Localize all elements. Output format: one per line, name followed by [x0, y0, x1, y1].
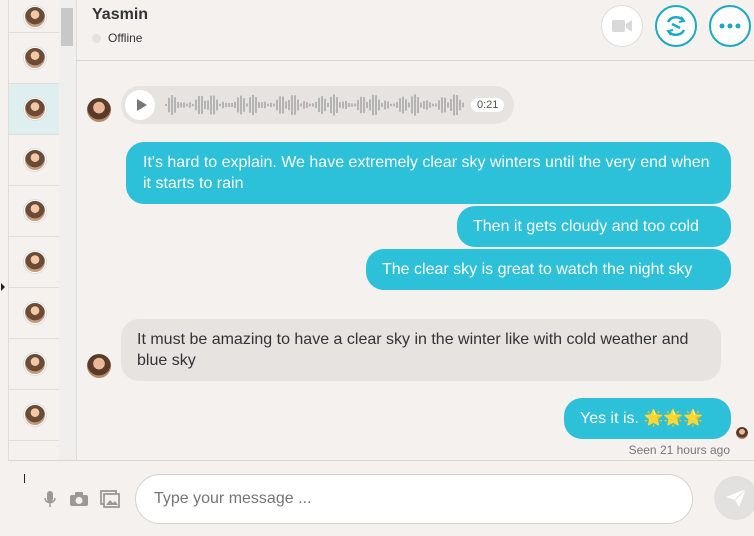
- status-dot-icon: [92, 33, 101, 43]
- gallery-button[interactable]: [100, 489, 120, 509]
- avatar: [24, 149, 46, 171]
- contacts-scrollbar[interactable]: [59, 0, 77, 460]
- seen-status: Seen 21 hours ago: [628, 443, 730, 457]
- contact-item[interactable]: [9, 186, 61, 237]
- swap-icon: [666, 16, 686, 36]
- camera-icon: [70, 492, 88, 506]
- microphone-icon: [44, 491, 56, 507]
- chat-header: Yasmin Offline: [77, 0, 754, 61]
- contacts-list: [8, 0, 61, 460]
- outgoing-message: It's hard to explain. We have extremely …: [126, 142, 731, 204]
- video-call-button[interactable]: [601, 5, 643, 47]
- contact-item[interactable]: [9, 33, 61, 84]
- contact-name: Yasmin: [92, 6, 149, 23]
- incoming-message: It must be amazing to have a clear sky i…: [121, 319, 721, 381]
- video-camera-icon: [612, 20, 632, 32]
- status-label: Offline: [108, 31, 143, 45]
- send-button[interactable]: [714, 476, 754, 520]
- voice-message: 0:21: [121, 86, 514, 124]
- microphone-button[interactable]: [40, 489, 60, 509]
- image-gallery-icon: [100, 490, 120, 508]
- avatar: [24, 47, 46, 69]
- ellipsis-icon: [719, 23, 741, 29]
- paper-plane-icon: [726, 488, 747, 507]
- contact-item[interactable]: [9, 135, 61, 186]
- contact-item-active[interactable]: [9, 84, 61, 135]
- waveform: [165, 94, 464, 116]
- avatar: [24, 404, 46, 426]
- text-cursor: [24, 474, 25, 483]
- camera-button[interactable]: [69, 489, 89, 509]
- message-input[interactable]: [135, 474, 693, 524]
- play-icon: [136, 99, 147, 111]
- avatar: [24, 200, 46, 222]
- read-receipt-avatar: [736, 427, 748, 439]
- sender-avatar: [87, 98, 111, 122]
- presence-status: Offline: [92, 31, 142, 45]
- contact-item[interactable]: [9, 0, 61, 33]
- contact-item[interactable]: [9, 390, 61, 441]
- message-composer: [8, 460, 754, 536]
- scrollbar-thumb[interactable]: [61, 8, 73, 46]
- contact-item[interactable]: [9, 339, 61, 390]
- avatar: [24, 302, 46, 324]
- avatar: [24, 98, 46, 120]
- avatar: [24, 251, 46, 273]
- sender-avatar: [87, 354, 111, 378]
- contact-item[interactable]: [9, 237, 61, 288]
- outgoing-message: Then it gets cloudy and too cold: [457, 206, 731, 247]
- play-button[interactable]: [125, 90, 155, 120]
- contact-item[interactable]: [9, 288, 61, 339]
- voice-duration: 0:21: [471, 98, 505, 112]
- more-options-button[interactable]: [709, 5, 751, 47]
- collapse-arrow-icon[interactable]: [1, 283, 5, 291]
- outgoing-message: The clear sky is great to watch the nigh…: [366, 249, 731, 290]
- avatar: [24, 6, 46, 28]
- outgoing-message: Yes it is. 🌟🌟🌟: [564, 398, 731, 439]
- swap-call-button[interactable]: [655, 5, 697, 47]
- avatar: [24, 353, 46, 375]
